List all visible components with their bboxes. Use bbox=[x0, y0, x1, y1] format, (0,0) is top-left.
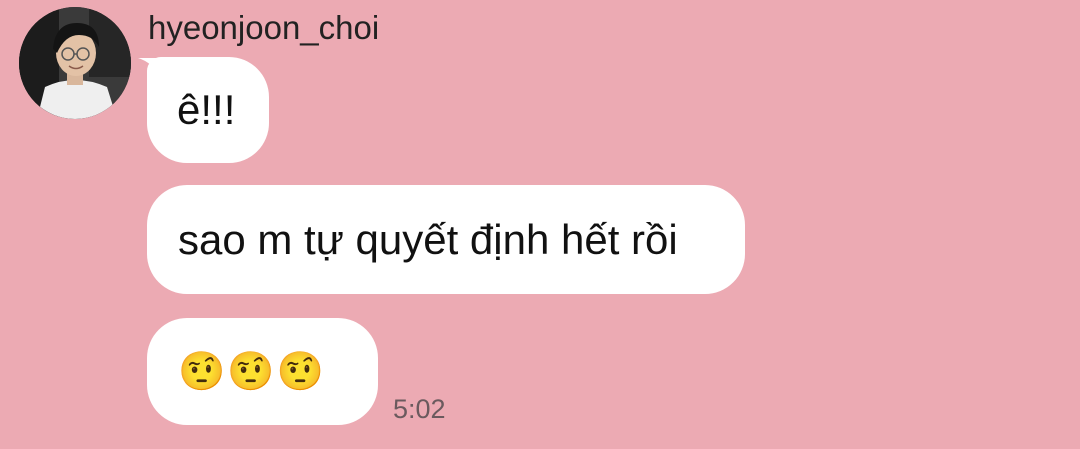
message-text: sao m tự quyết định hết rồi bbox=[178, 215, 678, 263]
message-text: ê!!! bbox=[177, 86, 236, 133]
message-bubble[interactable]: 🤨🤨🤨 bbox=[147, 318, 378, 425]
avatar[interactable] bbox=[19, 7, 131, 119]
message-bubble[interactable]: ê!!! bbox=[147, 57, 269, 163]
message-bubble[interactable]: sao m tự quyết định hết rồi bbox=[147, 185, 745, 294]
profile-photo-icon bbox=[19, 7, 131, 119]
emoji-message-text: 🤨🤨🤨 bbox=[178, 350, 326, 393]
message-timestamp: 5:02 bbox=[393, 394, 446, 424]
sender-name: hyeonjoon_choi bbox=[148, 9, 380, 46]
